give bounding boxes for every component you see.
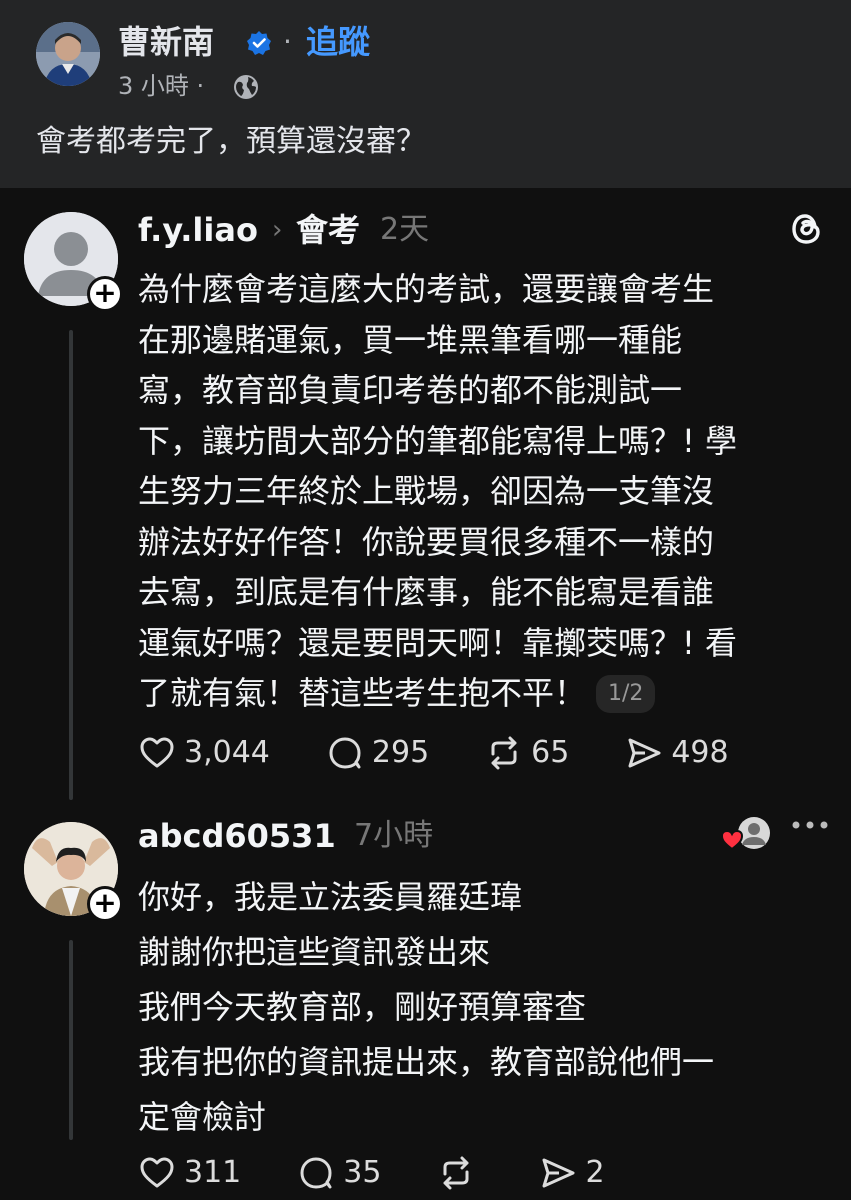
repost-button[interactable]: 65 (485, 733, 569, 773)
follow-plus-button[interactable]: + (87, 886, 123, 922)
share-button[interactable]: 2 (539, 1153, 605, 1193)
share-count: 498 (671, 735, 729, 770)
post-body: 為什麼會考這麼大的考試，還要讓會考生 在那邊賭運氣，買一堆黑筆看哪一種能 寫，教… (138, 264, 818, 719)
more-dots-icon[interactable] (790, 818, 830, 832)
send-icon (542, 1158, 575, 1188)
comment-bubble-icon (300, 1157, 332, 1189)
repost-icon (443, 1156, 469, 1190)
comment-button[interactable]: 295 (326, 733, 429, 773)
globe-icon (234, 75, 258, 99)
share-button[interactable]: 498 (625, 733, 729, 773)
like-count: 311 (184, 1155, 242, 1190)
follow-plus-button[interactable]: + (87, 276, 123, 312)
reply-username[interactable]: abcd60531 (138, 814, 336, 858)
like-button[interactable]: 311 (138, 1153, 241, 1193)
reply-actions: 311 35 2 (138, 1153, 661, 1193)
repost-count: 65 (531, 735, 570, 770)
fb-post-card: 曹新南 · 追蹤 3 小時 · 會考都考完了，預算還沒審？ (0, 0, 851, 188)
author-name[interactable]: 曹新南 (118, 20, 214, 64)
author-avatar[interactable] (36, 22, 100, 86)
comment-count: 295 (371, 735, 430, 770)
thread-line (69, 940, 73, 1140)
like-button[interactable]: 3,044 (138, 733, 270, 773)
send-icon (628, 738, 661, 768)
like-count: 3,044 (184, 735, 270, 770)
post-time[interactable]: 3 小時 · (118, 68, 204, 104)
post-body-text: 為什麼會考這麼大的考試，還要讓會考生 在那邊賭運氣，買一堆黑筆看哪一種能 寫，教… (138, 270, 738, 712)
post-actions: 3,044 295 65 498 (138, 733, 785, 773)
follow-button[interactable]: 追蹤 (306, 20, 370, 64)
topic-chevron: › (272, 215, 283, 245)
name-separator: · (283, 25, 292, 58)
verified-badge-icon (247, 31, 271, 55)
comment-bubble-icon (329, 737, 361, 769)
page-indicator[interactable]: 1/2 (596, 675, 656, 713)
thread-line (69, 330, 73, 800)
heart-icon (140, 1157, 174, 1188)
heart-icon (140, 737, 174, 768)
reply-time: 7小時 (354, 818, 434, 853)
reply-body: 你好，我是立法委員羅廷瑋 謝謝你把這些資訊發出來 我們今天教育部，剛好預算審查 … (138, 878, 715, 1136)
repost-icon (491, 736, 517, 770)
share-count: 2 (585, 1155, 605, 1190)
threads-logo-icon[interactable] (786, 209, 826, 249)
repost-button[interactable] (437, 1154, 483, 1192)
liked-by-author-icon (720, 817, 770, 851)
comment-button[interactable]: 35 (297, 1153, 381, 1193)
post-time: 2天 (380, 212, 430, 247)
comment-count: 35 (343, 1155, 382, 1190)
username[interactable]: f.y.liao (138, 208, 258, 252)
topic-tag[interactable]: 會考 (296, 208, 360, 252)
post-text: 會考都考完了，預算還沒審？ (36, 124, 426, 159)
